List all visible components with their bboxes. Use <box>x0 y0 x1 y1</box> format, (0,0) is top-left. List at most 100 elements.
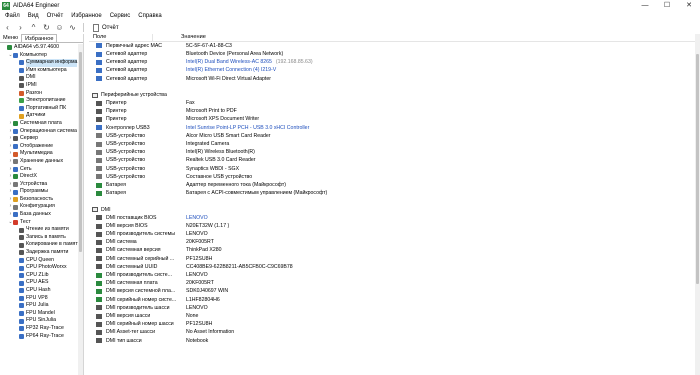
tree-node[interactable]: CPU ZLib <box>0 272 83 280</box>
detail-row[interactable]: DMI серийный номер шасси PF12SU8H <box>92 320 700 328</box>
detail-row[interactable]: Первичный адрес MAC 5C-5F-67-A1-88-C3 <box>92 42 700 50</box>
tab-menu[interactable]: Меню <box>0 34 21 42</box>
tree-node[interactable]: Разгон <box>0 90 83 98</box>
detail-row[interactable]: DMI системный серийный ... PF12SU8H <box>92 255 700 263</box>
chart-icon[interactable]: ∿ <box>68 23 77 32</box>
tree-node[interactable]: › Хранение данных <box>0 158 83 166</box>
minimize-button[interactable]: — <box>634 0 656 11</box>
close-button[interactable]: ✕ <box>678 0 700 11</box>
tree-node[interactable]: › Мультимедиа <box>0 150 83 158</box>
detail-row[interactable]: Принтер Fax <box>92 99 700 107</box>
tree-node[interactable]: FP64 Ray-Trace <box>0 333 83 341</box>
tree-node[interactable]: Суммарная информа <box>0 59 83 67</box>
column-value-header[interactable]: Значение <box>153 34 206 41</box>
detail-row[interactable]: USB-устройство Intel(R) Wireless Bluetoot… <box>92 148 700 156</box>
detail-row[interactable]: USB-устройство Составное USB устройство <box>92 173 700 181</box>
menu-help[interactable]: Справка <box>134 13 166 19</box>
detail-row[interactable]: DMI производитель систе... LENOVO <box>92 271 700 279</box>
back-arrow-icon[interactable]: ‹ <box>3 23 12 32</box>
menu-favorites[interactable]: Избранное <box>67 13 105 19</box>
detail-row[interactable]: DMI версия BIOS N20ET32W (1.17 ) <box>92 222 700 230</box>
tree-node[interactable]: › Операционная система <box>0 128 83 136</box>
tree-node[interactable]: Задержка памяти <box>0 249 83 257</box>
detail-row[interactable]: USB-устройство Alcor Micro USB Smart Card… <box>92 132 700 140</box>
tree-node[interactable]: CPU Hash <box>0 287 83 295</box>
tree-node[interactable]: › DirectX <box>0 173 83 181</box>
tree-node[interactable]: Датчики <box>0 112 83 120</box>
detail-row[interactable]: USB-устройство Realtek USB 3.0 Card Reade… <box>92 156 700 164</box>
field-value-link[interactable]: Intel(R) Dual Band Wireless-AC 8265 (192.… <box>186 58 313 66</box>
field-value-link[interactable]: LENOVO <box>186 214 208 222</box>
detail-row[interactable]: DMI тип шасси Notebook <box>92 337 700 345</box>
detail-row[interactable]: DMI поставщик BIOS LENOVO <box>92 214 700 222</box>
tree-node[interactable]: › Сервер <box>0 135 83 143</box>
tree-node[interactable]: CPU AES <box>0 279 83 287</box>
section-header[interactable]: DMI <box>92 206 700 214</box>
tree-node[interactable]: › Системная плата <box>0 120 83 128</box>
menu-view[interactable]: Вид <box>24 13 43 19</box>
detail-row[interactable]: DMI Asset-тег шасси No Asset Information <box>92 328 700 336</box>
detail-row[interactable]: DMI системная версия ThinkPad X280 <box>92 246 700 254</box>
tree-node[interactable]: Электропитание <box>0 97 83 105</box>
up-arrow-icon[interactable]: ^ <box>29 23 38 32</box>
tree-node[interactable]: Имя компьютера <box>0 67 83 75</box>
detail-row[interactable]: DMI производитель шасси LENOVO <box>92 304 700 312</box>
detail-row[interactable]: USB-устройство Synaptics WBDI - SGX <box>92 165 700 173</box>
tree-node[interactable]: Копирование в памят <box>0 241 83 249</box>
tree-node[interactable]: › Отображение <box>0 143 83 151</box>
section-header[interactable]: Периферийные устройства <box>92 91 700 99</box>
tree-node[interactable]: FPU Mandel <box>0 310 83 318</box>
menu-report[interactable]: Отчёт <box>43 13 68 19</box>
detail-row[interactable]: USB-устройство Integrated Camera <box>92 140 700 148</box>
tree-node[interactable]: Запись в память <box>0 234 83 242</box>
detail-row[interactable]: DMI системный UUID CC408BE9-622B8211-AB5C… <box>92 263 700 271</box>
tree-node[interactable]: AIDA64 v5.97.4600 <box>0 44 83 52</box>
tree-node[interactable]: › Конфигурация <box>0 203 83 211</box>
detail-row[interactable]: Принтер Microsoft Print to PDF <box>92 107 700 115</box>
tree-node[interactable]: › Сеть <box>0 166 83 174</box>
tree-node[interactable]: FPU Julia <box>0 302 83 310</box>
sidebar-scrollbar[interactable] <box>78 44 83 375</box>
detail-row[interactable]: DMI версия системной пла... SDK0J40697 WI… <box>92 287 700 295</box>
tree-node[interactable]: FPU SinJulia <box>0 317 83 325</box>
tree-node[interactable]: › Программы <box>0 188 83 196</box>
tree-node[interactable]: Чтение из памяти <box>0 226 83 234</box>
report-button[interactable]: Отчёт <box>90 23 122 32</box>
detail-row[interactable]: Батарея Адаптер переменного тока (Майкрос… <box>92 181 700 189</box>
detail-row[interactable]: DMI производитель системы LENOVO <box>92 230 700 238</box>
maximize-button[interactable]: ☐ <box>656 0 678 11</box>
tree-node[interactable]: CPU Queen <box>0 257 83 265</box>
details-scrollbar[interactable] <box>695 34 700 375</box>
tree-node[interactable]: ⌄ Компьютер <box>0 52 83 60</box>
field-value-link[interactable]: Intel Sunrise Point-LP PCH - USB 3.0 xHC… <box>186 124 309 132</box>
tree-node[interactable]: DMI <box>0 74 83 82</box>
tab-favorites[interactable]: Избранное <box>21 34 58 42</box>
sidebar-scrollbar-thumb[interactable] <box>79 52 82 252</box>
detail-row[interactable]: Сетевой адаптер Microsoft Wi-Fi Direct Vi… <box>92 75 700 83</box>
column-field-header[interactable]: Поле <box>89 34 153 41</box>
menu-tools[interactable]: Сервис <box>106 13 135 19</box>
tree-node[interactable]: FP32 Ray-Trace <box>0 325 83 333</box>
tree-node[interactable]: IPMI <box>0 82 83 90</box>
tree-node[interactable]: ⌄ Тест <box>0 219 83 227</box>
detail-row[interactable]: Сетевой адаптер Intel(R) Ethernet Connect… <box>92 66 700 74</box>
tree-node[interactable]: Портативный ПК <box>0 105 83 113</box>
refresh-icon[interactable]: ↻ <box>42 23 51 32</box>
tree-node[interactable]: › База данных <box>0 211 83 219</box>
detail-row[interactable]: Сетевой адаптер Intel(R) Dual Band Wirele… <box>92 58 700 66</box>
tree-node[interactable]: CPU PhotoWorxx <box>0 264 83 272</box>
detail-row[interactable]: DMI системная плата 20KF005RT <box>92 279 700 287</box>
detail-row[interactable]: Батарея Батарея с ACPI-совместимым управл… <box>92 189 700 197</box>
detail-row[interactable]: Принтер Microsoft XPS Document Writer <box>92 115 700 123</box>
details-scrollbar-thumb[interactable] <box>696 54 699 284</box>
tree-node[interactable]: › Устройства <box>0 181 83 189</box>
detail-row[interactable]: Сетевой адаптер Bluetooth Device (Persona… <box>92 50 700 58</box>
tree-node[interactable]: FPU VP8 <box>0 295 83 303</box>
forward-arrow-icon[interactable]: › <box>16 23 25 32</box>
menu-file[interactable]: Файл <box>1 13 24 19</box>
user-icon[interactable]: ☺ <box>55 23 64 32</box>
field-value-link[interactable]: Intel(R) Ethernet Connection (4) I219-V <box>186 66 276 74</box>
tree-node[interactable]: › Безопасность <box>0 196 83 204</box>
detail-row[interactable]: Контроллер USB3 Intel Sunrise Point-LP PC… <box>92 124 700 132</box>
detail-row[interactable]: DMI система 20KF005RT <box>92 238 700 246</box>
